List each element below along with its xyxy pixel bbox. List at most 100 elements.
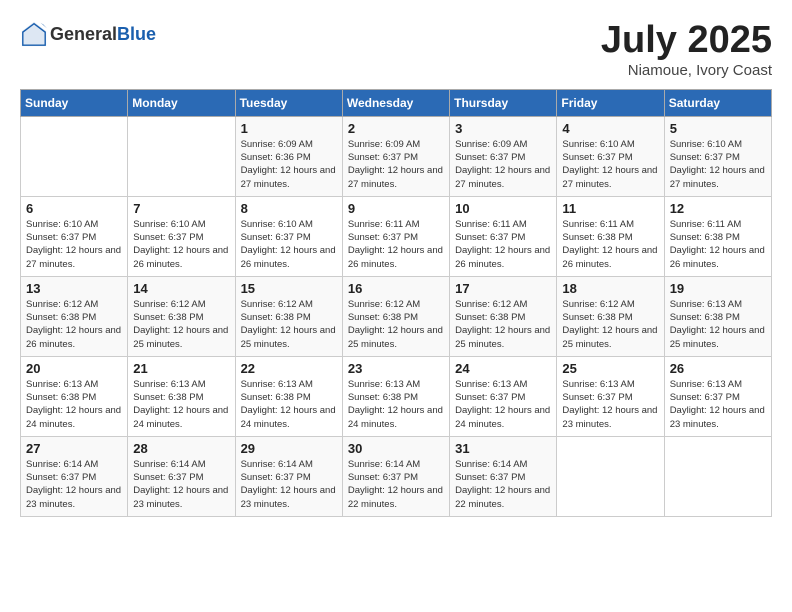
cell-detail: Sunrise: 6:11 AMSunset: 6:38 PMDaylight:… [562, 218, 658, 271]
day-number: 6 [26, 201, 122, 216]
day-number: 30 [348, 441, 444, 456]
calendar-cell: 12Sunrise: 6:11 AMSunset: 6:38 PMDayligh… [664, 196, 771, 276]
day-number: 17 [455, 281, 551, 296]
calendar-cell: 13Sunrise: 6:12 AMSunset: 6:38 PMDayligh… [21, 276, 128, 356]
day-number: 15 [241, 281, 337, 296]
cell-detail: Sunrise: 6:13 AMSunset: 6:38 PMDaylight:… [670, 298, 766, 351]
calendar-cell: 28Sunrise: 6:14 AMSunset: 6:37 PMDayligh… [128, 436, 235, 516]
cell-detail: Sunrise: 6:09 AMSunset: 6:37 PMDaylight:… [455, 138, 551, 191]
calendar-cell: 23 Sunrise: 6:13 AMSunset: 6:38 PMDayligh… [342, 356, 449, 436]
cell-detail: Sunrise: 6:14 AMSunset: 6:37 PMDaylight:… [348, 458, 444, 511]
day-number: 3 [455, 121, 551, 136]
day-number: 19 [670, 281, 766, 296]
cell-detail: Sunrise: 6:12 AMSunset: 6:38 PMDaylight:… [562, 298, 658, 351]
cell-detail: Sunrise: 6:10 AMSunset: 6:37 PMDaylight:… [241, 218, 337, 271]
cell-detail: Sunrise: 6:14 AMSunset: 6:37 PMDaylight:… [241, 458, 337, 511]
calendar-cell [21, 116, 128, 196]
day-number: 20 [26, 361, 122, 376]
month-year-title: July 2025 [601, 20, 772, 62]
calendar-week-row: 20 Sunrise: 6:13 AMSunset: 6:38 PMDayligh… [21, 356, 772, 436]
location-subtitle: Niamoue, Ivory Coast [601, 62, 772, 79]
calendar-cell: 16Sunrise: 6:12 AMSunset: 6:38 PMDayligh… [342, 276, 449, 356]
calendar-cell: 18 Sunrise: 6:12 AMSunset: 6:38 PMDayligh… [557, 276, 664, 356]
logo: GeneralBlue [20, 20, 156, 48]
calendar-cell: 21 Sunrise: 6:13 AMSunset: 6:38 PMDayligh… [128, 356, 235, 436]
weekday-header: Friday [557, 89, 664, 116]
page-header: GeneralBlue July 2025 Niamoue, Ivory Coa… [20, 20, 772, 79]
calendar-cell: 10 Sunrise: 6:11 AMSunset: 6:37 PMDayligh… [450, 196, 557, 276]
day-number: 12 [670, 201, 766, 216]
calendar-cell: 22 Sunrise: 6:13 AMSunset: 6:38 PMDayligh… [235, 356, 342, 436]
calendar-cell: 27 Sunrise: 6:14 AMSunset: 6:37 PMDayligh… [21, 436, 128, 516]
calendar-week-row: 27 Sunrise: 6:14 AMSunset: 6:37 PMDayligh… [21, 436, 772, 516]
cell-detail: Sunrise: 6:09 AMSunset: 6:36 PMDaylight:… [241, 138, 337, 191]
calendar-cell [128, 116, 235, 196]
day-number: 27 [26, 441, 122, 456]
cell-detail: Sunrise: 6:13 AMSunset: 6:37 PMDaylight:… [455, 378, 551, 431]
cell-detail: Sunrise: 6:10 AMSunset: 6:37 PMDaylight:… [133, 218, 229, 271]
cell-detail: Sunrise: 6:13 AMSunset: 6:37 PMDaylight:… [670, 378, 766, 431]
logo-text: GeneralBlue [50, 24, 156, 45]
calendar-cell: 26Sunrise: 6:13 AMSunset: 6:37 PMDayligh… [664, 356, 771, 436]
cell-detail: Sunrise: 6:12 AMSunset: 6:38 PMDaylight:… [26, 298, 122, 351]
calendar-cell: 11 Sunrise: 6:11 AMSunset: 6:38 PMDayligh… [557, 196, 664, 276]
calendar-cell: 19 Sunrise: 6:13 AMSunset: 6:38 PMDayligh… [664, 276, 771, 356]
day-number: 9 [348, 201, 444, 216]
cell-detail: Sunrise: 6:10 AMSunset: 6:37 PMDaylight:… [562, 138, 658, 191]
calendar-cell: 24 Sunrise: 6:13 AMSunset: 6:37 PMDayligh… [450, 356, 557, 436]
logo-icon [20, 20, 48, 48]
calendar-cell: 1 Sunrise: 6:09 AMSunset: 6:36 PMDaylight… [235, 116, 342, 196]
day-number: 24 [455, 361, 551, 376]
day-number: 28 [133, 441, 229, 456]
day-number: 7 [133, 201, 229, 216]
calendar-cell: 31Sunrise: 6:14 AMSunset: 6:37 PMDayligh… [450, 436, 557, 516]
cell-detail: Sunrise: 6:13 AMSunset: 6:38 PMDaylight:… [348, 378, 444, 431]
day-number: 2 [348, 121, 444, 136]
cell-detail: Sunrise: 6:12 AMSunset: 6:38 PMDaylight:… [241, 298, 337, 351]
cell-detail: Sunrise: 6:13 AMSunset: 6:38 PMDaylight:… [133, 378, 229, 431]
day-number: 23 [348, 361, 444, 376]
cell-detail: Sunrise: 6:10 AMSunset: 6:37 PMDaylight:… [26, 218, 122, 271]
weekday-header: Thursday [450, 89, 557, 116]
cell-detail: Sunrise: 6:11 AMSunset: 6:37 PMDaylight:… [455, 218, 551, 271]
calendar-cell: 3 Sunrise: 6:09 AMSunset: 6:37 PMDaylight… [450, 116, 557, 196]
day-number: 11 [562, 201, 658, 216]
cell-detail: Sunrise: 6:14 AMSunset: 6:37 PMDaylight:… [26, 458, 122, 511]
calendar-cell: 25Sunrise: 6:13 AMSunset: 6:37 PMDayligh… [557, 356, 664, 436]
day-number: 5 [670, 121, 766, 136]
calendar-cell: 15 Sunrise: 6:12 AMSunset: 6:38 PMDayligh… [235, 276, 342, 356]
calendar-cell: 8Sunrise: 6:10 AMSunset: 6:37 PMDaylight… [235, 196, 342, 276]
weekday-header-row: SundayMondayTuesdayWednesdayThursdayFrid… [21, 89, 772, 116]
calendar-cell [664, 436, 771, 516]
cell-detail: Sunrise: 6:13 AMSunset: 6:38 PMDaylight:… [241, 378, 337, 431]
calendar-cell: 17 Sunrise: 6:12 AMSunset: 6:38 PMDayligh… [450, 276, 557, 356]
calendar-cell: 14Sunrise: 6:12 AMSunset: 6:38 PMDayligh… [128, 276, 235, 356]
weekday-header: Saturday [664, 89, 771, 116]
day-number: 1 [241, 121, 337, 136]
calendar-cell [557, 436, 664, 516]
calendar-week-row: 6 Sunrise: 6:10 AMSunset: 6:37 PMDaylight… [21, 196, 772, 276]
calendar-cell: 30 Sunrise: 6:14 AMSunset: 6:37 PMDayligh… [342, 436, 449, 516]
cell-detail: Sunrise: 6:13 AMSunset: 6:38 PMDaylight:… [26, 378, 122, 431]
day-number: 14 [133, 281, 229, 296]
cell-detail: Sunrise: 6:10 AMSunset: 6:37 PMDaylight:… [670, 138, 766, 191]
day-number: 31 [455, 441, 551, 456]
day-number: 22 [241, 361, 337, 376]
weekday-header: Tuesday [235, 89, 342, 116]
calendar-cell: 9Sunrise: 6:11 AMSunset: 6:37 PMDaylight… [342, 196, 449, 276]
calendar-week-row: 1 Sunrise: 6:09 AMSunset: 6:36 PMDaylight… [21, 116, 772, 196]
day-number: 21 [133, 361, 229, 376]
calendar-cell: 4 Sunrise: 6:10 AMSunset: 6:37 PMDaylight… [557, 116, 664, 196]
day-number: 4 [562, 121, 658, 136]
calendar-cell: 7 Sunrise: 6:10 AMSunset: 6:37 PMDaylight… [128, 196, 235, 276]
day-number: 18 [562, 281, 658, 296]
calendar-cell: 29Sunrise: 6:14 AMSunset: 6:37 PMDayligh… [235, 436, 342, 516]
calendar-week-row: 13Sunrise: 6:12 AMSunset: 6:38 PMDayligh… [21, 276, 772, 356]
logo-general: General [50, 24, 117, 44]
cell-detail: Sunrise: 6:12 AMSunset: 6:38 PMDaylight:… [455, 298, 551, 351]
calendar-cell: 20 Sunrise: 6:13 AMSunset: 6:38 PMDayligh… [21, 356, 128, 436]
cell-detail: Sunrise: 6:13 AMSunset: 6:37 PMDaylight:… [562, 378, 658, 431]
day-number: 10 [455, 201, 551, 216]
calendar-table: SundayMondayTuesdayWednesdayThursdayFrid… [20, 89, 772, 517]
calendar-cell: 6 Sunrise: 6:10 AMSunset: 6:37 PMDaylight… [21, 196, 128, 276]
